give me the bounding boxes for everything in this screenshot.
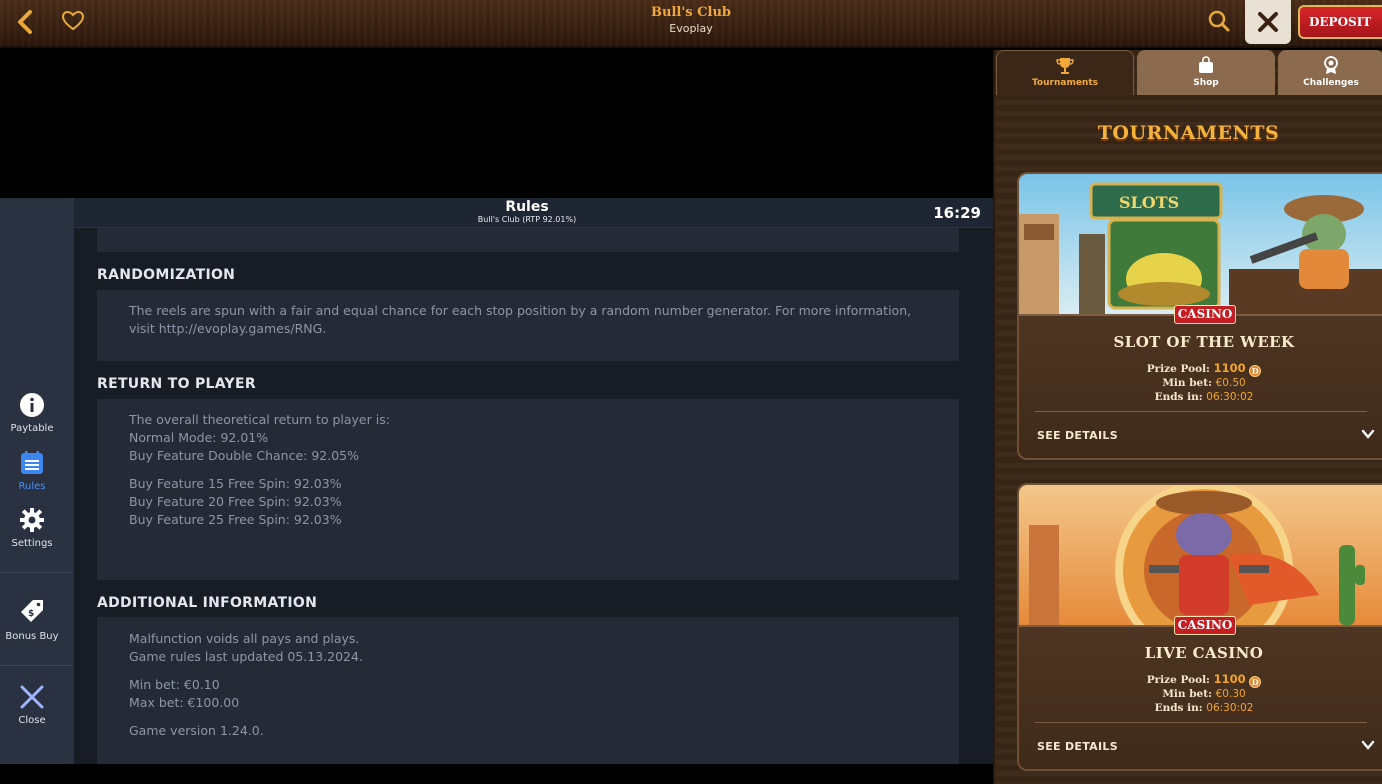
section-heading-randomization: RANDOMIZATION bbox=[97, 267, 236, 283]
tab-shop-label: Shop bbox=[1193, 78, 1219, 88]
min-bet-label: Min bet: bbox=[1162, 688, 1212, 700]
rules-title: Rules bbox=[505, 199, 549, 215]
rules-list-icon bbox=[21, 451, 43, 474]
additional-text-4: Max bet: €100.00 bbox=[129, 695, 240, 710]
card-title: SLOT OF THE WEEK bbox=[1113, 333, 1295, 351]
card-title: LIVE CASINO bbox=[1144, 644, 1264, 662]
rules-header: Rules Bull's Club (RTP 92.01%) 16:29 bbox=[74, 198, 993, 228]
prize-pool-value: 1100 bbox=[1213, 672, 1246, 686]
rtp-text-2: Normal Mode: 92.01% bbox=[129, 430, 269, 445]
tab-challenges-label: Challenges bbox=[1303, 78, 1359, 88]
ends-in: Ends in: 06:30:02 bbox=[1019, 702, 1382, 714]
min-bet: Min bet: €0.50 bbox=[1019, 377, 1382, 389]
tournament-card-slot-of-week[interactable]: SLOTS SEE DETAILS CASINO SLOT OF THE WEE… bbox=[1017, 172, 1382, 460]
prize-pool-label: Prize Pool: bbox=[1146, 363, 1210, 375]
chevron-down-icon[interactable] bbox=[1361, 738, 1375, 756]
price-tag-icon: $ bbox=[21, 600, 43, 622]
additional-text-5: Game version 1.24.0. bbox=[129, 723, 264, 738]
prize-pool: Prize Pool: 1100 D bbox=[1019, 361, 1382, 377]
trophy-icon bbox=[1056, 58, 1074, 74]
rules-side-nav: Paytable Rules Settings $ Bonus Buy Clos… bbox=[0, 198, 74, 764]
game-title: Bull's Club bbox=[651, 5, 731, 20]
section-heading-additional: ADDITIONAL INFORMATION bbox=[97, 595, 318, 611]
nav-bonus-buy[interactable]: $ Bonus Buy bbox=[0, 598, 64, 642]
coin-icon: D bbox=[1249, 676, 1262, 688]
nav-settings-label: Settings bbox=[11, 538, 53, 549]
rtp-text-3: Buy Feature Double Chance: 92.05% bbox=[129, 448, 359, 463]
ends-in-label: Ends in: bbox=[1154, 391, 1203, 403]
rtp-text-5: Buy Feature 20 Free Spin: 92.03% bbox=[129, 494, 342, 509]
card-divider bbox=[1035, 411, 1367, 412]
close-game-button[interactable] bbox=[1245, 0, 1291, 44]
nav-settings[interactable]: Settings bbox=[0, 507, 64, 549]
nav-rules-label: Rules bbox=[18, 481, 46, 492]
prize-pool-value: 1100 bbox=[1213, 361, 1246, 375]
nav-paytable[interactable]: Paytable bbox=[0, 392, 64, 434]
nav-close[interactable]: Close bbox=[0, 684, 64, 726]
info-icon bbox=[20, 393, 44, 417]
side-panel: Tournaments Shop Challenges TOURNAMENTS … bbox=[993, 50, 1382, 784]
coin-icon: D bbox=[1249, 365, 1262, 377]
section-heading-rtp: RETURN TO PLAYER bbox=[97, 376, 256, 392]
prize-pool: Prize Pool: 1100 D bbox=[1019, 672, 1382, 688]
rtp-text-4: Buy Feature 15 Free Spin: 92.03% bbox=[129, 476, 342, 491]
tab-tournaments[interactable]: Tournaments bbox=[996, 50, 1134, 95]
previous-section-box bbox=[97, 228, 959, 252]
nav-divider bbox=[0, 665, 72, 666]
tournament-card-live-casino[interactable]: SEE DETAILS CASINO LIVE CASINO Prize Poo… bbox=[1017, 483, 1382, 771]
randomization-text-1: The reels are spun with a fair and equal… bbox=[129, 303, 912, 318]
ends-in-label: Ends in: bbox=[1154, 702, 1203, 714]
min-bet-value: €0.30 bbox=[1215, 688, 1246, 700]
svg-text:SLOTS: SLOTS bbox=[1119, 193, 1179, 212]
game-provider: Evoplay bbox=[669, 22, 713, 35]
nav-bonus-buy-label: Bonus Buy bbox=[5, 631, 59, 642]
casino-badge: CASINO bbox=[1174, 616, 1236, 635]
card-divider bbox=[1035, 722, 1367, 723]
nav-rules[interactable]: Rules bbox=[0, 450, 64, 492]
rtp-text-1: The overall theoretical return to player… bbox=[129, 412, 390, 427]
additional-text-3: Min bet: €0.10 bbox=[129, 677, 220, 692]
deposit-button[interactable]: DEPOSIT bbox=[1298, 5, 1382, 39]
rules-subtitle: Bull's Club (RTP 92.01%) bbox=[477, 215, 577, 224]
nav-paytable-label: Paytable bbox=[10, 423, 54, 434]
rules-scroll-area[interactable]: RANDOMIZATION The reels are spun with a … bbox=[74, 228, 993, 764]
prize-pool-label: Prize Pool: bbox=[1146, 674, 1210, 686]
min-bet-label: Min bet: bbox=[1162, 377, 1212, 389]
min-bet: Min bet: €0.30 bbox=[1019, 688, 1382, 700]
casino-badge: CASINO bbox=[1174, 305, 1236, 324]
chevron-down-icon[interactable] bbox=[1361, 427, 1375, 445]
game-canvas-top bbox=[0, 50, 993, 198]
gear-icon bbox=[20, 508, 44, 532]
tab-tournaments-label: Tournaments bbox=[1031, 78, 1098, 88]
tournaments-heading: TOURNAMENTS bbox=[1097, 122, 1280, 144]
medal-icon bbox=[1324, 56, 1338, 74]
nav-divider bbox=[0, 572, 72, 573]
top-bar: Bull's Club Evoplay DEPOSIT bbox=[0, 0, 1382, 48]
close-icon bbox=[20, 685, 44, 709]
nav-close-label: Close bbox=[18, 715, 46, 726]
randomization-text-2: visit http://evoplay.games/RNG. bbox=[129, 321, 327, 336]
ends-in-value: 06:30:02 bbox=[1206, 702, 1254, 714]
see-details-link[interactable]: SEE DETAILS bbox=[1037, 429, 1118, 442]
additional-text-2: Game rules last updated 05.13.2024. bbox=[129, 649, 363, 664]
clock: 16:29 bbox=[933, 204, 981, 222]
ends-in-value: 06:30:02 bbox=[1206, 391, 1254, 403]
rtp-text-6: Buy Feature 25 Free Spin: 92.03% bbox=[129, 512, 342, 527]
shopping-bag-icon bbox=[1199, 56, 1213, 73]
tab-challenges[interactable]: Challenges bbox=[1278, 50, 1382, 95]
slot-of-week-banner-image: SLOTS bbox=[1019, 174, 1382, 314]
min-bet-value: €0.50 bbox=[1215, 377, 1246, 389]
see-details-link[interactable]: SEE DETAILS bbox=[1037, 740, 1118, 753]
live-casino-banner-image bbox=[1019, 485, 1382, 625]
tab-shop[interactable]: Shop bbox=[1137, 50, 1275, 95]
search-icon[interactable] bbox=[1206, 8, 1232, 34]
close-icon bbox=[1258, 12, 1278, 32]
ends-in: Ends in: 06:30:02 bbox=[1019, 391, 1382, 403]
additional-text-1: Malfunction voids all pays and plays. bbox=[129, 631, 360, 646]
svg-text:$: $ bbox=[28, 609, 34, 619]
